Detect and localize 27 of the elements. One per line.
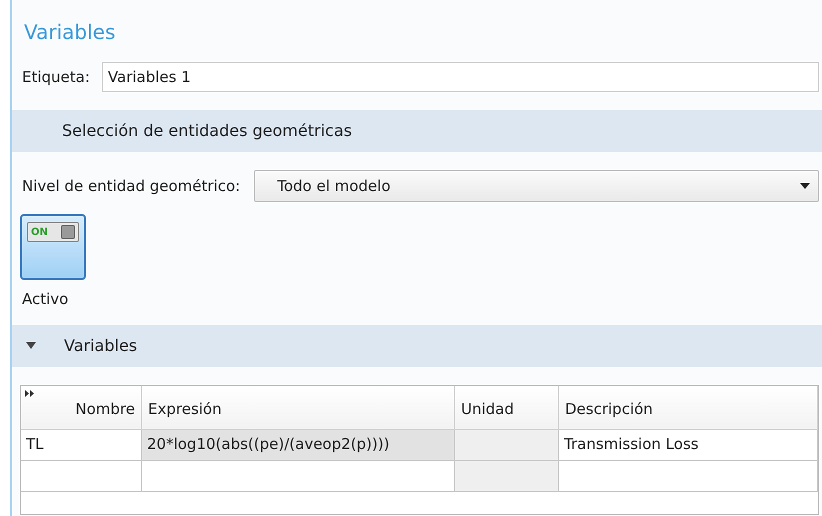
section-header[interactable]: Variables bbox=[12, 324, 822, 366]
column-header[interactable]: Descripción bbox=[559, 386, 818, 430]
table-cell[interactable] bbox=[455, 430, 559, 460]
table-cell[interactable] bbox=[142, 460, 455, 492]
section-title: Selección de entidades geométricas bbox=[62, 120, 352, 142]
column-header[interactable]: Expresión bbox=[142, 386, 455, 430]
section-title: Variables bbox=[64, 334, 138, 356]
table-cell[interactable]: 20*log10(abs((pe)/(aveop2(p)))) bbox=[142, 430, 455, 460]
field-label: Nivel de entidad geométrico: bbox=[22, 176, 240, 197]
switch-knob-icon bbox=[61, 225, 75, 239]
table-cell[interactable]: TL bbox=[21, 430, 142, 460]
on-label: ON bbox=[31, 226, 48, 240]
table-cell[interactable] bbox=[559, 460, 818, 492]
label-input[interactable]: Variables 1 bbox=[102, 62, 819, 92]
column-header[interactable]: Unidad bbox=[455, 386, 559, 430]
collapse-triangle-icon[interactable] bbox=[26, 342, 36, 349]
panel-title: Variables bbox=[24, 19, 116, 46]
table-cell[interactable] bbox=[455, 460, 559, 492]
column-header[interactable]: Nombre bbox=[21, 386, 142, 430]
expand-columns-icon[interactable] bbox=[25, 390, 35, 396]
table-cell[interactable]: Transmission Loss bbox=[559, 430, 818, 460]
table-cell[interactable] bbox=[21, 460, 142, 492]
dropdown-caret-icon bbox=[800, 183, 810, 189]
toggle-caption: Activo bbox=[22, 289, 70, 310]
section-header[interactable]: Selección de entidades geométricas bbox=[12, 110, 822, 152]
level-dropdown[interactable]: Todo el modelo bbox=[254, 170, 819, 202]
field-label: Etiqueta: bbox=[22, 66, 90, 88]
